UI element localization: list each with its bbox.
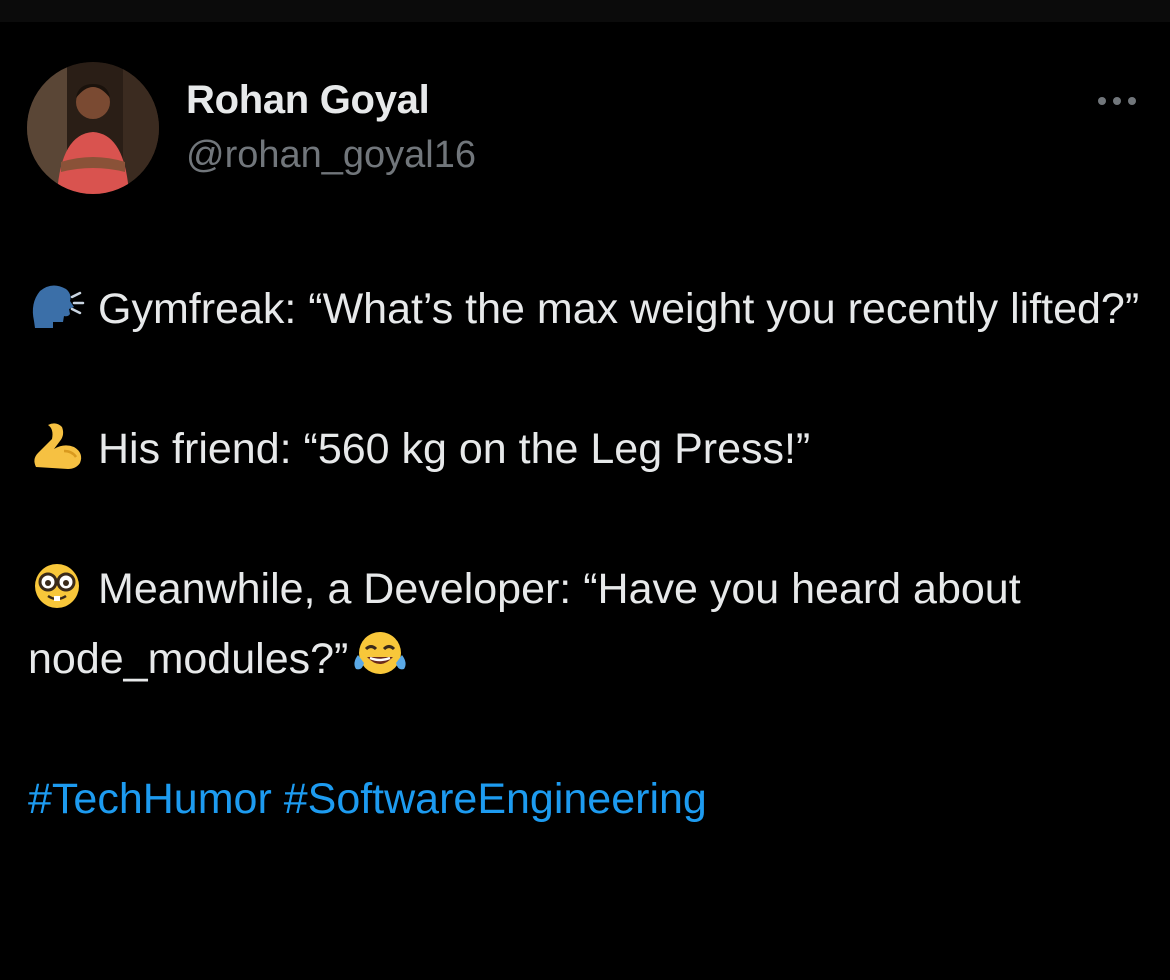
face-with-tears-of-joy-icon — [350, 629, 410, 679]
more-options-button[interactable] — [1093, 88, 1141, 114]
line1-text: Gymfreak: “What’s the max weight you rec… — [98, 285, 1140, 333]
hashtag-list: #TechHumor #SoftwareEngineering — [28, 764, 1148, 834]
tweet-paragraph-1: Gymfreak: “What’s the max weight you rec… — [28, 274, 1148, 344]
tweet-paragraph-2: His friend: “560 kg on the Leg Press!” — [28, 414, 1148, 484]
line3-text: Meanwhile, a Developer: “Have you heard … — [28, 565, 1021, 683]
tweet-paragraph-3: Meanwhile, a Developer: “Have you heard … — [28, 554, 1148, 694]
flexed-biceps-icon — [28, 421, 86, 471]
author-name[interactable]: Rohan Goyal — [186, 78, 430, 123]
author-handle[interactable]: @rohan_goyal16 — [186, 134, 476, 177]
status-bar-strip — [0, 0, 1170, 22]
tweet-card: Rohan Goyal @rohan_goyal16 Gymfreak: “Wh… — [0, 22, 1170, 980]
tweet-text: Gymfreak: “What’s the max weight you rec… — [28, 274, 1148, 834]
avatar[interactable] — [27, 62, 159, 194]
line2-text: His friend: “560 kg on the Leg Press!” — [98, 425, 811, 473]
hashtag-link[interactable]: #TechHumor — [28, 775, 272, 823]
nerd-face-icon — [28, 561, 86, 611]
hashtag-link[interactable]: #SoftwareEngineering — [284, 775, 707, 823]
speaking-head-icon — [28, 281, 86, 331]
more-horizontal-icon — [1093, 88, 1141, 114]
